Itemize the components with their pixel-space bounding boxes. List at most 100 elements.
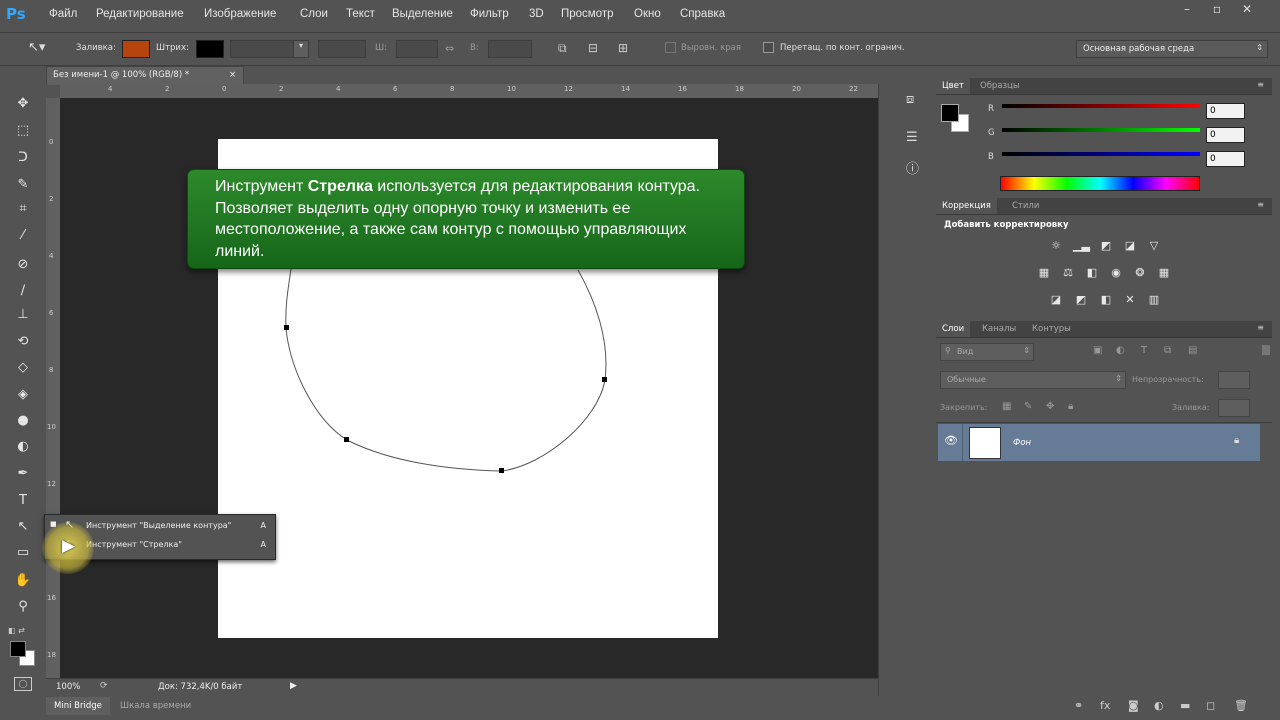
document-info: Док: 732,4K/0 байт <box>158 682 243 692</box>
layer-filter-value: Вид <box>957 347 974 356</box>
new-group-icon[interactable]: ▬ <box>1180 699 1190 712</box>
posterize-icon[interactable]: ◩ <box>1073 293 1089 307</box>
layer-name[interactable]: Фон <box>1013 438 1031 448</box>
filter-shape-icon[interactable]: ⧉ <box>1164 345 1171 356</box>
add-mask-icon[interactable]: ◙ <box>1128 699 1139 712</box>
foreground-color-swatch[interactable] <box>10 641 26 657</box>
panel-menu-icon[interactable]: ≡ <box>1257 323 1264 332</box>
lock-position-icon[interactable]: ✥ <box>1046 401 1054 412</box>
lock-image-icon[interactable]: ✎ <box>1024 401 1032 412</box>
anchor-point <box>284 325 289 330</box>
info-panel-icon[interactable]: ⓘ <box>906 158 919 177</box>
red-value-field[interactable]: 0 <box>1206 103 1245 119</box>
bottom-panel-tabs: Mini Bridge Шкала времени <box>46 697 878 717</box>
lock-transparent-icon[interactable]: ▦ <box>1002 401 1011 412</box>
hue-saturation-icon[interactable]: ▦ <box>1036 266 1052 280</box>
lock-label: Закрепить: <box>940 403 988 412</box>
divider <box>962 424 963 461</box>
properties-panel-icon[interactable]: ☰ <box>906 130 918 145</box>
tab-swatches[interactable]: Образцы <box>980 81 1020 91</box>
gradient-map-icon[interactable]: ▥ <box>1146 293 1162 307</box>
layer-style-icon[interactable]: fx <box>1100 699 1110 712</box>
exposure-icon[interactable]: ◪ <box>1122 239 1138 253</box>
channel-mixer-icon[interactable]: ❂ <box>1132 266 1148 280</box>
filter-type-icon[interactable]: T <box>1141 345 1147 356</box>
tab-channels[interactable]: Каналы <box>982 324 1016 334</box>
work-path <box>285 261 607 472</box>
invert-icon[interactable]: ◪ <box>1048 293 1064 307</box>
link-layers-icon[interactable]: ⚭ <box>1074 699 1083 712</box>
black-white-icon[interactable]: ◧ <box>1084 266 1100 280</box>
history-panel-icon[interactable]: ⧈ <box>906 92 914 107</box>
lock-all-icon[interactable]: 🔒︎ <box>1068 401 1073 412</box>
green-value-field[interactable]: 0 <box>1206 127 1245 143</box>
flyout-item-label: Инструмент "Стрелка" <box>86 540 182 549</box>
green-slider[interactable] <box>1002 128 1200 132</box>
adjustments-panel-header: Коррекция Стили ≡ <box>936 198 1272 215</box>
selective-color-icon[interactable]: ✕ <box>1122 293 1138 307</box>
color-spectrum-bar[interactable] <box>1000 176 1200 191</box>
visibility-eye-icon[interactable]: 👁︎ <box>944 434 958 447</box>
tab-styles[interactable]: Стили <box>1012 201 1039 211</box>
divider <box>936 422 1272 423</box>
blue-slider[interactable] <box>1002 152 1200 156</box>
vibrance-icon[interactable]: ▽ <box>1146 239 1162 253</box>
layer-row[interactable]: 👁︎ Фон 🔒︎ <box>938 424 1260 461</box>
blue-value-field[interactable]: 0 <box>1206 151 1245 167</box>
status-arrow-icon[interactable]: ▶ <box>290 681 297 691</box>
curves-icon[interactable]: ◩ <box>1098 239 1114 253</box>
foreground-color-swatch[interactable] <box>941 104 959 122</box>
blend-mode-select[interactable]: Обычные ⇕ <box>940 371 1126 389</box>
fill-field[interactable] <box>1218 399 1250 417</box>
lock-icon: 🔒︎ <box>1234 435 1240 446</box>
layers-panel-header: Слои Каналы Контуры ≡ <box>936 321 1272 338</box>
fill-label: Заливка: <box>1172 403 1210 412</box>
tab-timeline[interactable]: Шкала времени <box>120 697 191 715</box>
opacity-field[interactable] <box>1218 371 1250 389</box>
tab-mini-bridge[interactable]: Mini Bridge <box>46 697 110 715</box>
status-bar: 100% ⟳ Док: 732,4K/0 байт ▶ <box>46 678 878 697</box>
red-slider[interactable] <box>1002 104 1200 108</box>
layers-panel <box>936 338 1272 696</box>
callout-text: Инструмент Стрелка используется для реда… <box>215 176 735 262</box>
flyout-item-shortcut: A <box>260 521 266 530</box>
color-panel-header: Цвет Образцы ≡ <box>936 78 1272 95</box>
chevron-down-icon: ⇕ <box>1115 374 1122 383</box>
callout-text-before: Инструмент <box>215 178 308 195</box>
anchor-point <box>602 377 607 382</box>
layer-thumbnail <box>969 427 1001 459</box>
filter-smart-object-icon[interactable]: ▤ <box>1188 345 1197 356</box>
zoom-level[interactable]: 100% <box>56 682 80 692</box>
collapsed-panel-strip: ⧈ ☰ ⓘ <box>896 84 932 194</box>
flyout-item-shortcut: A <box>260 540 266 549</box>
filter-adjustment-icon[interactable]: ◐ <box>1116 345 1125 356</box>
filter-toggle-icon[interactable] <box>1262 345 1270 355</box>
panel-menu-icon[interactable]: ≡ <box>1257 200 1264 209</box>
color-lookup-icon[interactable]: ▦ <box>1156 266 1172 280</box>
brightness-contrast-icon[interactable]: ☼ <box>1048 239 1064 253</box>
chevron-down-icon: ⇕ <box>1023 346 1030 355</box>
blend-mode-value: Обычные <box>947 375 986 384</box>
mouse-cursor-icon: ▶ <box>62 536 76 556</box>
new-adjustment-layer-icon[interactable]: ◐ <box>1154 699 1164 712</box>
panel-menu-icon[interactable]: ≡ <box>1257 80 1264 89</box>
add-adjustment-label: Добавить корректировку <box>944 220 1069 230</box>
anchor-point <box>499 468 504 473</box>
callout-tool-name: Стрелка <box>307 178 373 195</box>
layer-filter-select[interactable]: ⚲ Вид ⇕ <box>940 343 1034 361</box>
tab-color[interactable]: Цвет <box>936 78 970 94</box>
tutorial-callout: Инструмент Стрелка используется для реда… <box>187 169 745 269</box>
filter-pixel-icon[interactable]: ▣ <box>1093 345 1102 356</box>
tab-paths[interactable]: Контуры <box>1032 324 1071 334</box>
tab-adjustments[interactable]: Коррекция <box>936 198 997 214</box>
status-menu-icon[interactable]: ⟳ <box>100 681 108 691</box>
photo-filter-icon[interactable]: ◉ <box>1108 266 1124 280</box>
color-balance-icon[interactable]: ⚖ <box>1060 266 1076 280</box>
threshold-icon[interactable]: ◧ <box>1098 293 1114 307</box>
tab-layers[interactable]: Слои <box>936 321 971 337</box>
vertical-scrollbar[interactable] <box>878 84 893 696</box>
delete-layer-icon[interactable]: 🗑︎ <box>1234 699 1248 712</box>
opacity-label: Непрозрачность: <box>1132 375 1204 384</box>
new-layer-icon[interactable]: ◻ <box>1206 699 1215 712</box>
levels-icon[interactable]: ▁▃ <box>1073 239 1090 253</box>
